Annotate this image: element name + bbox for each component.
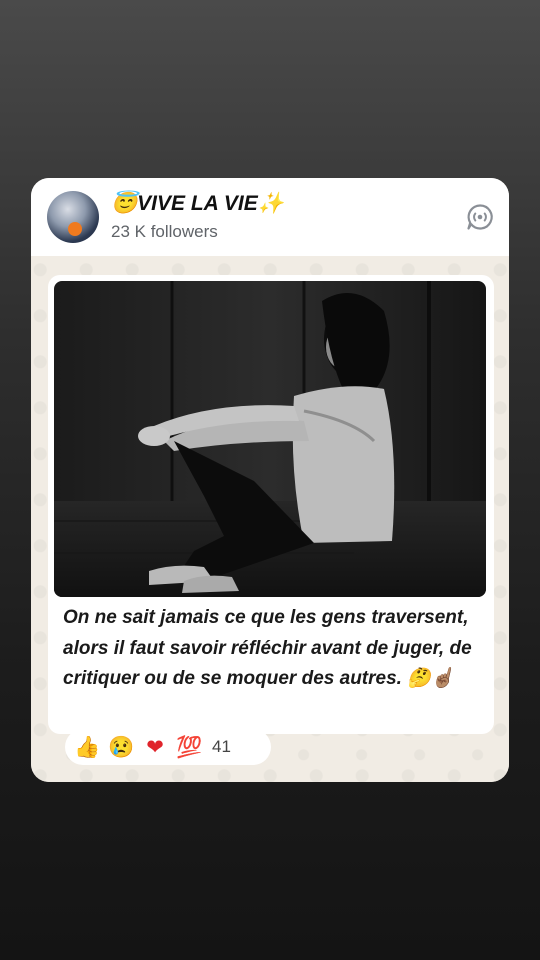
channel-name[interactable]: 😇VIVE LA VIE✨ [111, 192, 284, 216]
post-text: On ne sait jamais ce que les gens traver… [63, 607, 472, 689]
message-bubble[interactable]: On ne sait jamais ce que les gens traver… [48, 275, 494, 734]
channel-post-card[interactable]: 😇VIVE LA VIE✨ 23 K followers On ne sait … [31, 178, 509, 782]
thumbs-up-reaction: 👍 [74, 735, 101, 759]
heart-reaction: ❤ [146, 735, 164, 759]
reaction-count: 41 [212, 737, 231, 756]
channel-updates-icon[interactable] [465, 202, 495, 232]
followers-count: 23 K followers [111, 222, 218, 241]
crying-face-reaction: 😢 [108, 735, 135, 759]
channel-avatar[interactable] [47, 191, 99, 243]
channel-header[interactable]: 😇VIVE LA VIE✨ 23 K followers [31, 178, 509, 256]
avatar-ball [68, 222, 82, 236]
post-photo[interactable] [54, 281, 486, 597]
photo-illustration [54, 281, 486, 597]
reactions-bar[interactable]: 👍 😢 ❤ 💯 41 [65, 729, 271, 765]
hundred-points-reaction: 💯 [176, 735, 203, 759]
